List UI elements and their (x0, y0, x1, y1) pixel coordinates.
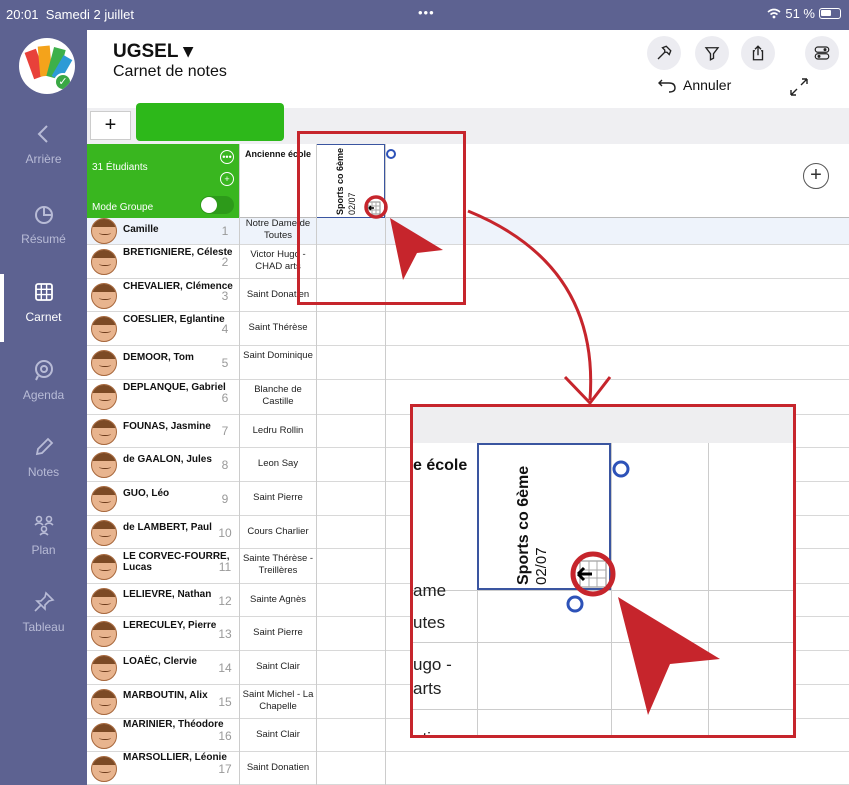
sidebar: ✓ Arrière Résumé Carnet Agenda Notes Pla… (0, 30, 87, 785)
sidebar-item-label: Arrière (25, 152, 62, 166)
avatar (91, 218, 117, 244)
student-count: 31 Étudiants (92, 162, 148, 173)
wifi-icon (767, 8, 781, 19)
avatar (91, 452, 117, 478)
toggle-settings-icon (814, 46, 830, 60)
app-window: 20:01 Samedi 2 juillet ••• 51 % ✓ Arrièr… (0, 0, 849, 785)
agenda-icon (34, 360, 53, 381)
zoom-school-header: e école (413, 457, 468, 474)
zoom-assignment-date: 02/07 (533, 547, 550, 585)
group-panel: ••• + 31 Étudiants Mode Groupe (87, 144, 240, 218)
sidebar-item-tableau[interactable]: Tableau (0, 590, 87, 634)
add-column-button[interactable]: + (803, 163, 829, 189)
sidebar-item-label: Plan (31, 543, 56, 557)
sidebar-item-arriere[interactable]: Arrière (0, 122, 87, 166)
people-icon (33, 515, 54, 536)
zoom-assignment-title: Sports co 6ème (515, 465, 532, 585)
cursor-arrow-icon (364, 195, 443, 280)
sidebar-item-label: Notes (27, 465, 60, 479)
status-time: 20:01 Samedi 2 juillet (6, 7, 134, 22)
sidebar-item-resume[interactable]: Résumé (0, 202, 87, 246)
more-icon[interactable]: ••• (220, 150, 234, 164)
sidebar-item-notes[interactable]: Notes (0, 435, 87, 479)
column-divider (239, 144, 240, 785)
pie-chart-icon (34, 206, 53, 224)
add-button[interactable]: + (90, 111, 131, 140)
sidebar-item-agenda[interactable]: Agenda (0, 358, 87, 402)
avatar (91, 249, 117, 275)
class-selector[interactable]: UGSEL ▾ (113, 40, 193, 63)
battery-indicator: 51 % (767, 6, 841, 21)
active-indicator (0, 274, 4, 342)
group-mode-label: Mode Groupe (92, 202, 154, 213)
pin-icon (33, 591, 55, 612)
avatar (91, 419, 117, 445)
share-icon (752, 45, 764, 61)
avatar (91, 588, 117, 614)
sidebar-item-label: Agenda (22, 388, 65, 402)
battery-icon (819, 8, 841, 19)
sidebar-item-label: Carnet (25, 310, 62, 324)
status-bar: 20:01 Samedi 2 juillet ••• 51 % (0, 0, 849, 30)
chevron-left-icon (37, 125, 48, 143)
app-logo[interactable]: ✓ (19, 38, 75, 94)
sidebar-item-label: Tableau (22, 620, 65, 634)
expand-icon[interactable] (787, 75, 811, 99)
zoom-handle-top (612, 460, 630, 478)
multitask-dots[interactable]: ••• (418, 5, 435, 20)
battery-percent: 51 % (785, 6, 815, 21)
grid-icon (34, 283, 53, 301)
avatar (91, 283, 117, 309)
zoom-callout: e école Sports co 6ème 02/07 ame utes ug… (410, 404, 796, 738)
pencil-icon (35, 437, 53, 456)
hammer-icon (657, 45, 672, 60)
tools-button[interactable] (647, 36, 681, 70)
avatar (91, 350, 117, 376)
avatar (91, 316, 117, 342)
curved-arrow-icon (467, 209, 612, 406)
share-button[interactable] (741, 36, 775, 70)
page-title: Carnet de notes (113, 63, 227, 80)
sidebar-item-label: Résumé (21, 232, 66, 246)
zoom-cursor-arrow-icon (570, 551, 720, 715)
toolbar: + (87, 103, 849, 144)
green-action-button[interactable] (136, 103, 284, 141)
undo-button[interactable]: Annuler (657, 77, 731, 93)
check-icon: ✓ (54, 73, 72, 91)
sidebar-item-carnet[interactable]: Carnet (0, 274, 87, 342)
add-student-icon[interactable]: + (220, 172, 234, 186)
filter-icon (704, 47, 720, 61)
undo-icon (658, 79, 676, 93)
zoom-header-bar (413, 407, 793, 443)
group-mode-toggle[interactable] (200, 196, 234, 214)
header: UGSEL ▾ Carnet de notes Annuler (87, 30, 849, 108)
avatar (91, 384, 117, 410)
avatar (91, 723, 117, 749)
avatar (91, 486, 117, 512)
avatar (91, 655, 117, 681)
filter-button[interactable] (695, 36, 729, 70)
settings-button[interactable] (805, 36, 839, 70)
avatar (91, 520, 117, 546)
avatar (91, 621, 117, 647)
avatar (91, 554, 117, 580)
avatar (91, 689, 117, 715)
sidebar-item-plan[interactable]: Plan (0, 513, 87, 557)
avatar (91, 756, 117, 782)
table-row[interactable]: MARSOLLIER, Léonie 17 Saint Donatien (87, 752, 849, 785)
